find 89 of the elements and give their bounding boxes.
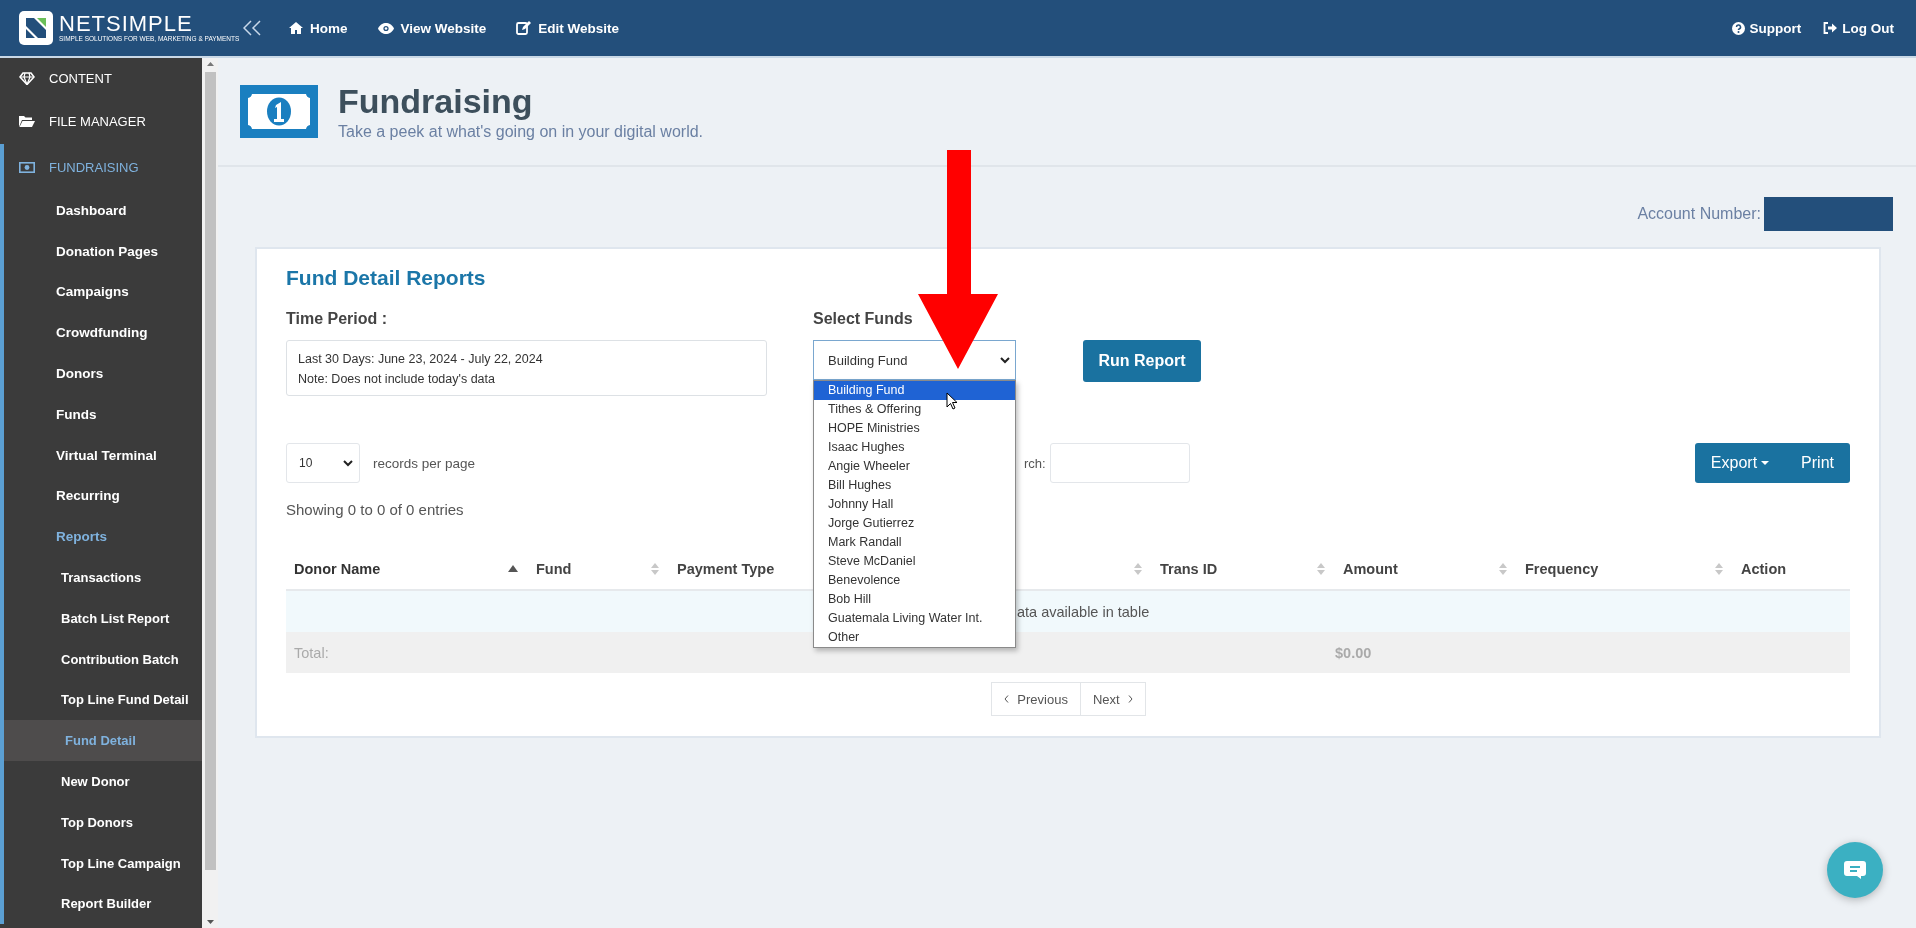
scroll-down-icon[interactable] — [206, 920, 214, 924]
page-title: Fundraising — [338, 82, 534, 121]
cursor-icon — [946, 392, 958, 410]
dropdown-option[interactable]: Mark Randall — [814, 533, 1015, 552]
logo-name: NETSIMPLE — [59, 13, 194, 35]
sort-icon[interactable] — [651, 562, 659, 575]
sidebar-item[interactable]: Reports — [4, 516, 202, 558]
toolbar-button[interactable]: Export — [1694, 443, 1786, 483]
dropdown-option[interactable]: Angie Wheeler — [814, 457, 1015, 476]
pagination-button[interactable]: Next — [1080, 682, 1146, 716]
total-amount: $0.00 — [1335, 644, 1373, 661]
search-label: rch: — [1024, 455, 1046, 471]
banknote-icon — [240, 85, 318, 138]
chevron-down-icon — [343, 459, 353, 467]
chevron-right-icon — [1127, 695, 1133, 703]
dropdown-option[interactable]: Benevolence — [814, 571, 1015, 590]
field-label: Select Funds — [813, 310, 914, 328]
sidebar-item[interactable]: Crowdfunding — [4, 312, 202, 354]
card-title: Fund Detail Reports — [286, 266, 487, 290]
sort-icon[interactable] — [1499, 562, 1507, 575]
diamond-icon — [19, 71, 35, 85]
collapse-icon[interactable] — [243, 20, 261, 36]
nav-link[interactable]: Home — [289, 20, 348, 36]
dropdown-option[interactable]: Steve McDaniel — [814, 552, 1015, 571]
nav-link[interactable]: View Website — [377, 20, 487, 36]
empty-table-message: ata available in table — [1017, 603, 1150, 620]
logout-icon — [1823, 22, 1838, 34]
sidebar-item[interactable]: Funds — [4, 394, 202, 435]
toolbar-button[interactable]: Print — [1785, 443, 1850, 483]
dropdown-option[interactable]: Johnny Hall — [814, 495, 1015, 514]
sidebar-item[interactable]: Recurring — [4, 475, 202, 517]
sort-icon[interactable] — [1715, 562, 1723, 575]
sidebar-section[interactable]: CONTENT — [0, 58, 202, 98]
time-period-field: Last 30 Days: June 23, 2024 - July 22, 2024 Note: Does not include today's data — [286, 340, 767, 396]
sidebar-item[interactable]: Top Donors — [4, 801, 202, 843]
field-label: Time Period : — [286, 310, 389, 328]
home-icon — [289, 22, 303, 34]
pagination-button[interactable]: Previous — [991, 682, 1081, 716]
sidebar-item[interactable]: Contribution Batch — [4, 638, 202, 680]
sort-ascending-icon[interactable] — [508, 565, 518, 572]
chevron-down-icon — [1000, 356, 1010, 364]
dropdown-option[interactable]: Guatemala Living Water Int. — [814, 609, 1015, 628]
chat-icon — [1843, 860, 1867, 880]
dropdown-option[interactable]: Bill Hughes — [814, 476, 1015, 495]
sidebar-item[interactable]: Campaigns — [4, 271, 202, 313]
nav-link[interactable]: Edit Website — [516, 20, 620, 36]
nav-link[interactable]: Support — [1731, 20, 1802, 36]
sidebar-item[interactable]: Donors — [4, 353, 202, 394]
sidebar-section[interactable]: FILE MANAGER — [0, 98, 202, 144]
help-icon — [1731, 21, 1745, 35]
sidebar-item[interactable]: New Donor — [4, 761, 202, 802]
dropdown-option[interactable]: Jorge Gutierrez — [814, 514, 1015, 533]
money-icon — [19, 161, 35, 173]
search-field[interactable] — [1049, 443, 1190, 483]
chat-button[interactable] — [1827, 842, 1883, 898]
caret-icon — [1761, 461, 1770, 465]
sidebar-item[interactable]: Report Builder — [4, 883, 202, 925]
run-report-button[interactable]: Run Report — [1083, 340, 1201, 382]
sidebar-item[interactable]: Donation Pages — [4, 230, 202, 272]
sidebar-item[interactable]: Dashboard — [4, 190, 202, 231]
dropdown-option[interactable]: Building Fund — [814, 381, 1015, 400]
total-label: Total: — [294, 644, 329, 661]
sidebar-item[interactable]: Top Line Campaign — [4, 842, 202, 884]
fund-select[interactable]: Building Fund — [813, 340, 1016, 380]
sidebar-item[interactable]: Batch List Report — [4, 597, 202, 639]
sidebar-item[interactable]: Virtual Terminal — [4, 434, 202, 476]
account-number-label: Account Number: — [1637, 205, 1761, 223]
logo-icon — [19, 11, 53, 45]
sort-icon[interactable] — [1317, 562, 1325, 575]
page-size-select[interactable]: 10 — [286, 443, 360, 483]
dropdown-option[interactable]: Isaac Hughes — [814, 438, 1015, 457]
entries-info: Showing 0 to 0 of 0 entries — [286, 501, 464, 518]
dropdown-option[interactable]: Tithes & Offering — [814, 400, 1015, 419]
scrollbar[interactable] — [202, 58, 218, 928]
sidebar-item[interactable]: Fund Detail — [4, 720, 202, 762]
chevron-left-icon — [1004, 695, 1010, 703]
folder-icon — [19, 115, 35, 127]
nav-link[interactable]: Log Out — [1823, 20, 1894, 36]
dropdown-option[interactable]: Bob Hill — [814, 590, 1015, 609]
eye-icon — [377, 22, 394, 34]
sort-icon[interactable] — [1134, 562, 1142, 575]
scroll-up-icon[interactable] — [206, 62, 214, 66]
sidebar-item[interactable]: Transactions — [4, 557, 202, 598]
sidebar-item[interactable]: Top Line Fund Detail — [4, 679, 202, 721]
edit-icon — [516, 21, 532, 35]
page-subtitle: Take a peek at what's going on in your digital world. — [338, 123, 704, 141]
page-size-label: records per page — [373, 455, 476, 471]
dropdown-option[interactable]: Other — [814, 628, 1015, 647]
dropdown-option[interactable]: HOPE Ministries — [814, 419, 1015, 438]
